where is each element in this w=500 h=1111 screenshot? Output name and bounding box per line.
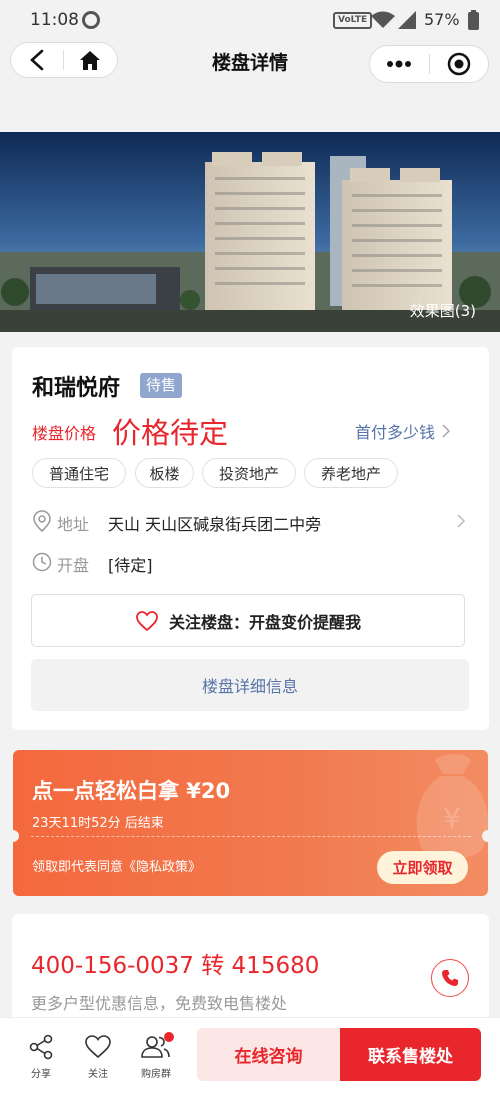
tag-chip: 板楼 bbox=[135, 458, 194, 488]
target-icon bbox=[447, 52, 470, 76]
status-badge: 待售 bbox=[140, 373, 183, 398]
nav-right-capsule bbox=[369, 45, 489, 83]
wifi-icon bbox=[371, 11, 395, 28]
tag-chip: 投资地产 bbox=[202, 458, 296, 488]
signal-icon bbox=[398, 11, 416, 29]
opening-label: 开盘 bbox=[57, 556, 90, 575]
follow-label: 关注 bbox=[88, 1069, 108, 1080]
share-button[interactable]: 分享 bbox=[19, 1034, 63, 1080]
heart-outline-icon bbox=[85, 1035, 111, 1059]
app-screen: { "status_bar": {"time": "11:08", "netwo… bbox=[0, 0, 500, 1111]
follow-button[interactable]: 关注 bbox=[76, 1034, 120, 1080]
opening-value: [待定] bbox=[108, 556, 153, 575]
battery-icon bbox=[468, 10, 479, 30]
promo-countdown: 23天11时52分 后结束 bbox=[32, 816, 164, 831]
claim-coupon-button[interactable]: 立即领取 bbox=[377, 851, 468, 884]
contact-subtitle: 更多户型优惠信息，免费致电售楼处 bbox=[31, 994, 288, 1013]
status-time: 11:08 bbox=[30, 10, 79, 30]
down-payment-label: 首付多少钱 bbox=[355, 423, 436, 442]
battery-level: 57% bbox=[424, 10, 460, 29]
claim-button-label: 立即领取 bbox=[392, 859, 453, 877]
sales-phone-number[interactable]: 400-156-0037 转 415680 bbox=[31, 946, 319, 980]
location-pin-icon bbox=[33, 510, 51, 532]
buyer-group-label: 购房群 bbox=[141, 1069, 171, 1080]
chevron-right-icon bbox=[457, 514, 466, 528]
address-label: 地址 bbox=[57, 515, 90, 534]
contact-sales-office-button[interactable]: 联系售楼处 bbox=[340, 1028, 481, 1081]
photo-count-caption: 效果图(3) bbox=[409, 302, 476, 320]
back-arrow-icon bbox=[29, 49, 44, 71]
buyer-group-button[interactable]: 购房群 bbox=[134, 1032, 178, 1080]
tag-chip: 养老地产 bbox=[304, 458, 398, 488]
follow-price-alert-button[interactable]: 关注楼盘：开盘变价提醒我 bbox=[31, 594, 465, 647]
svg-text:¥: ¥ bbox=[443, 802, 461, 835]
price-value: 价格待定 bbox=[112, 416, 229, 450]
share-icon bbox=[29, 1034, 53, 1060]
project-details-button[interactable]: 楼盘详细信息 bbox=[31, 659, 469, 711]
heart-icon bbox=[136, 610, 158, 631]
promo-title: 点一点轻松白拿 ¥20 bbox=[32, 779, 231, 803]
project-name: 和瑞悦府 bbox=[32, 376, 121, 401]
page-title: 楼盘详情 bbox=[211, 52, 288, 74]
volte-icon: VoLTE bbox=[333, 12, 373, 29]
address-row[interactable]: 地址 天山 天山区碱泉街兵团二中旁 bbox=[30, 506, 470, 536]
opening-row: 开盘 [待定] bbox=[30, 547, 330, 577]
privacy-policy-link[interactable]: 领取即代表同意《隐私政策》 bbox=[32, 856, 201, 875]
home-button[interactable] bbox=[64, 43, 118, 77]
status-bar: 11:08 VoLTE 57% bbox=[0, 0, 500, 40]
share-label: 分享 bbox=[31, 1069, 51, 1080]
close-miniapp-button[interactable] bbox=[429, 47, 488, 81]
price-label: 楼盘价格 bbox=[32, 424, 97, 443]
back-button[interactable] bbox=[11, 43, 63, 77]
project-details-label: 楼盘详细信息 bbox=[201, 677, 298, 696]
app-notification-icon bbox=[82, 11, 100, 29]
call-phone-button[interactable] bbox=[431, 959, 469, 997]
contact-sales-label: 联系售楼处 bbox=[368, 1047, 453, 1067]
chevron-right-icon bbox=[442, 424, 451, 438]
nav-bar: 楼盘详情 bbox=[0, 40, 500, 84]
hero-image[interactable]: 效果图(3) bbox=[0, 132, 500, 332]
bottom-action-bar: 分享 关注 购房群 在线咨询 联系售楼处 bbox=[0, 1017, 500, 1111]
nav-left-capsule bbox=[10, 42, 118, 78]
online-consult-label: 在线咨询 bbox=[234, 1047, 303, 1067]
clock-icon bbox=[32, 552, 52, 572]
online-consult-button[interactable]: 在线咨询 bbox=[197, 1028, 340, 1081]
home-icon bbox=[80, 50, 101, 70]
address-value: 天山 天山区碱泉街兵团二中旁 bbox=[108, 515, 322, 534]
follow-button-label: 关注楼盘：开盘变价提醒我 bbox=[168, 612, 361, 632]
tag-chip: 普通住宅 bbox=[32, 458, 126, 488]
down-payment-link[interactable]: 首付多少钱 bbox=[355, 419, 453, 443]
more-dots-icon bbox=[387, 60, 412, 68]
phone-icon bbox=[442, 970, 458, 986]
more-button[interactable] bbox=[370, 47, 429, 81]
money-bag-icon: ¥ bbox=[416, 754, 488, 859]
notification-dot bbox=[164, 1032, 174, 1042]
